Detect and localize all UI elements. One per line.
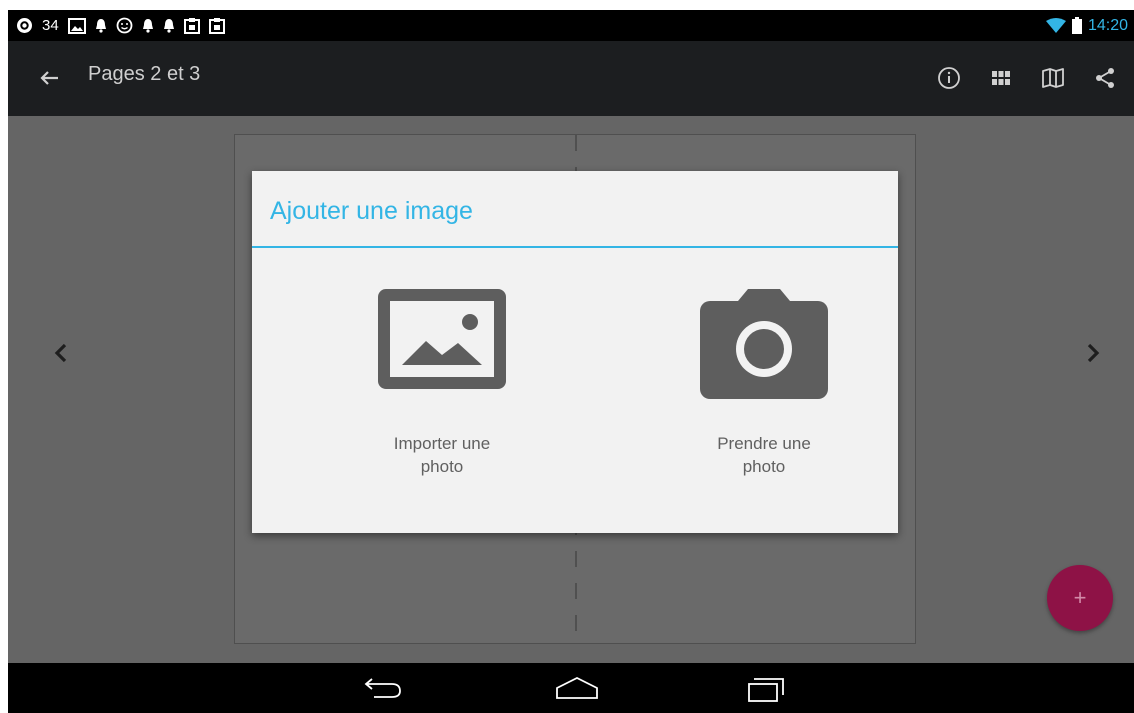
bell-icon — [163, 18, 175, 33]
back-nav-icon[interactable] — [362, 675, 404, 706]
bell-icon — [142, 18, 154, 33]
take-photo-label-line2: photo — [742, 457, 786, 476]
status-bar: 34 14:20 — [8, 10, 1134, 41]
take-photo-option[interactable]: Prendre une photo — [664, 289, 864, 519]
page-title: Pages 2 et 3 — [88, 63, 201, 85]
back-arrow-icon[interactable] — [36, 64, 64, 92]
system-navigation-bar — [8, 663, 1134, 713]
import-photo-label: Importer une photo — [372, 432, 512, 478]
camera-icon — [664, 289, 864, 406]
chevron-left-icon[interactable] — [46, 338, 76, 368]
book-icon[interactable] — [1038, 63, 1068, 93]
take-photo-label: Prendre une photo — [694, 432, 834, 478]
wifi-icon — [1045, 17, 1066, 34]
notification-count: 34 — [42, 17, 59, 34]
clipboard-icon — [208, 17, 225, 34]
photo-icon — [67, 17, 86, 34]
share-icon[interactable] — [1090, 63, 1120, 93]
recent-apps-icon[interactable] — [746, 675, 786, 708]
clipboard-icon — [183, 17, 200, 34]
dialog-title: Ajouter une image — [270, 197, 473, 225]
import-photo-option[interactable]: Importer une photo — [342, 289, 542, 519]
action-bar: Pages 2 et 3 — [8, 41, 1134, 116]
action-bar-actions — [934, 63, 1120, 93]
add-image-dialog: Ajouter une image Importer une photo Pre… — [252, 171, 898, 533]
add-fab-button[interactable]: + — [1047, 565, 1113, 631]
plus-icon: + — [1073, 585, 1087, 610]
import-photo-label-line2: photo — [420, 457, 464, 476]
take-photo-label-line1: Prendre une — [717, 434, 811, 453]
import-photo-label-line1: Importer une — [393, 434, 491, 453]
bell-icon — [95, 18, 107, 33]
home-nav-icon[interactable] — [554, 675, 600, 706]
battery-icon — [1071, 17, 1082, 34]
status-bar-notifications: 34 — [16, 10, 225, 41]
status-bar-system: 14:20 — [1045, 10, 1128, 41]
chevron-right-icon[interactable] — [1078, 338, 1108, 368]
image-icon — [342, 289, 542, 394]
info-icon[interactable] — [934, 63, 964, 93]
dialog-title-divider — [252, 246, 898, 248]
sync-icon — [16, 17, 33, 34]
smiley-icon — [116, 17, 133, 34]
grid-icon[interactable] — [986, 63, 1016, 93]
clock: 14:20 — [1087, 16, 1128, 34]
device-screen: 34 14:20 Pages 2 et 3 + Ajouter une imag… — [8, 10, 1134, 713]
